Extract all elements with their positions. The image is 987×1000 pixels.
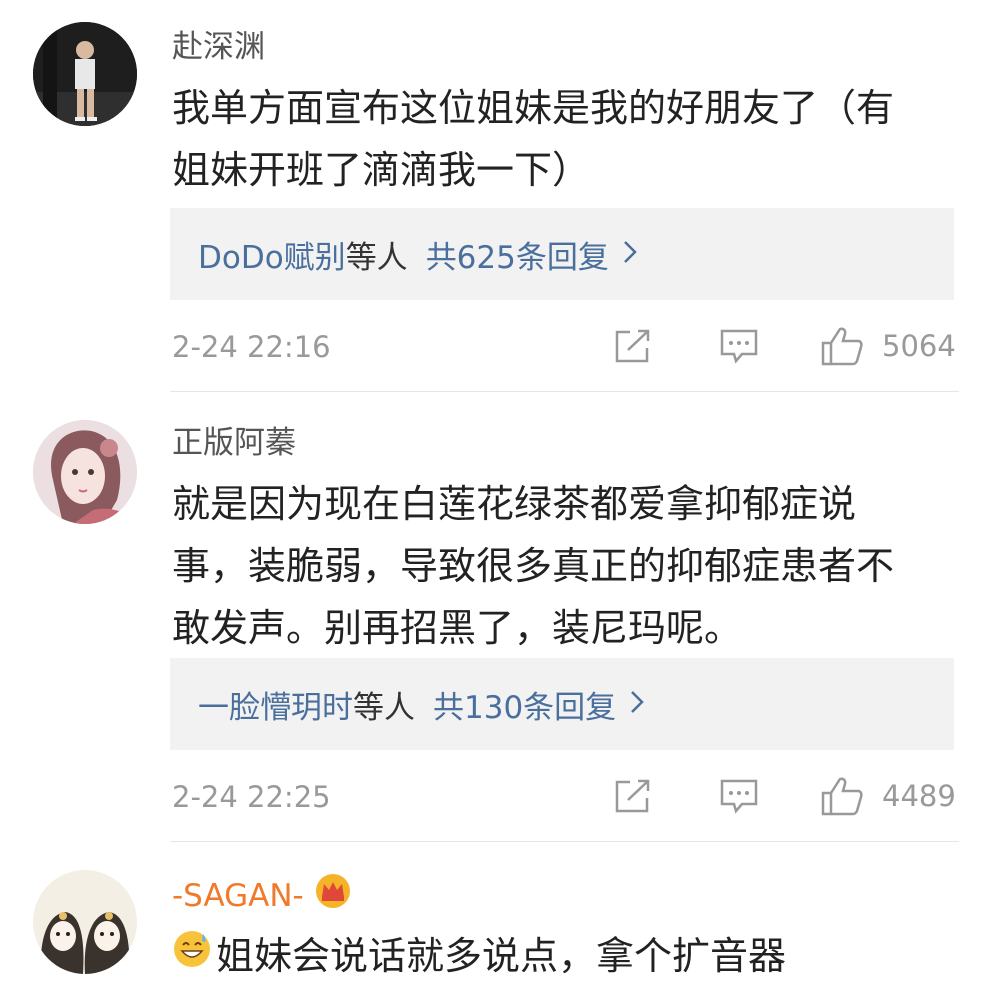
username-label: -SAGAN- <box>172 878 304 914</box>
username[interactable]: -SAGAN- <box>172 873 352 919</box>
reply-count[interactable]: 共625条回复 <box>426 232 609 277</box>
replies-summary[interactable]: DoDo赋别 等人 共625条回复 <box>170 208 954 300</box>
chevron-right-icon <box>623 237 637 272</box>
thumbs-up-icon <box>820 775 864 817</box>
share-button[interactable] <box>614 778 652 814</box>
divider <box>170 841 959 842</box>
like-count: 5064 <box>882 329 956 363</box>
reply-names[interactable]: DoDo赋别 <box>198 232 346 277</box>
timestamp: 2-24 22:25 <box>172 780 331 814</box>
like-count: 4489 <box>882 779 956 813</box>
reply-suffix: 等人 <box>345 239 408 276</box>
comment-text: 姐妹会说话就多说点，拿个扩音器 <box>216 934 787 978</box>
avatar[interactable] <box>33 870 137 974</box>
divider <box>170 391 959 392</box>
crown-badge-icon[interactable] <box>314 873 352 919</box>
comment-text: 我单方面宣布这位姐妹是我的好朋友了（有 姐妹开班了滴滴我一下） <box>172 86 895 192</box>
share-button[interactable] <box>614 328 652 364</box>
comment-text-line: 姐妹会说话就多说点，拿个扩音器 <box>172 925 962 987</box>
replies-summary[interactable]: 一脸懵玥时 等人 共130条回复 <box>170 658 954 750</box>
reply-button[interactable] <box>720 778 758 814</box>
like-button[interactable]: 5064 <box>820 325 956 367</box>
username[interactable]: 正版阿蓁 <box>172 423 296 463</box>
share-icon <box>614 778 652 814</box>
share-icon <box>614 328 652 364</box>
grinning-sweat-emoji-icon <box>172 925 212 987</box>
timestamp: 2-24 22:16 <box>172 330 331 364</box>
reply-count[interactable]: 共130条回复 <box>433 682 616 727</box>
reply-suffix: 等人 <box>353 689 415 726</box>
avatar[interactable] <box>33 420 137 524</box>
avatar[interactable] <box>33 22 137 126</box>
comment-icon <box>720 328 758 364</box>
reply-button[interactable] <box>720 328 758 364</box>
username[interactable]: 赴深渊 <box>172 27 265 67</box>
like-button[interactable]: 4489 <box>820 775 956 817</box>
thumbs-up-icon <box>820 325 864 367</box>
comment-text: 就是因为现在白莲花绿茶都爱拿抑郁症说 事，装脆弱，导致很多真正的抑郁症患者不 敢… <box>172 482 895 650</box>
reply-names[interactable]: 一脸懵玥时 <box>198 682 353 727</box>
comment-icon <box>720 778 758 814</box>
chevron-right-icon <box>630 687 644 722</box>
